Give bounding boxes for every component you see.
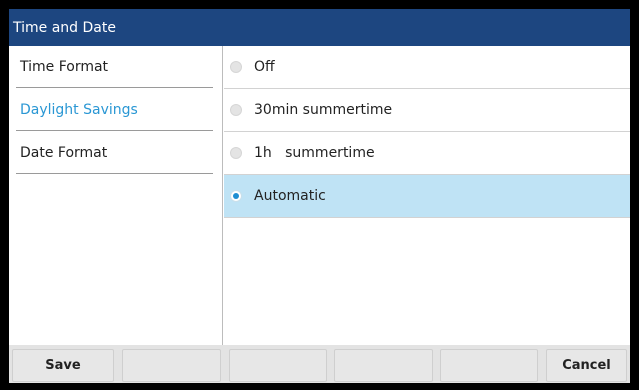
option-label: Automatic [254,188,326,204]
screen-frame-top [0,0,639,9]
phone-screen: Time and Date Time Format Daylight Savin… [0,0,639,390]
softkey-label: Save [45,358,81,373]
softkey-label: Cancel [562,358,611,373]
softkey-5-button[interactable] [440,349,538,382]
sidebar-item-label: Daylight Savings [20,101,138,118]
sidebar-item-label: Time Format [20,58,109,75]
option-label: 1h summertime [254,145,375,161]
softkey-3-button[interactable] [229,349,327,382]
screen-frame-right [630,0,639,390]
daylight-savings-options: Off 30min summertime 1h summertime Autom… [224,46,630,345]
page-title: Time and Date [13,19,116,36]
radio-button-icon[interactable] [230,147,242,159]
option-off[interactable]: Off [224,46,630,89]
option-label: 30min summertime [254,102,393,118]
softkey-bar: Save Cancel [9,345,630,383]
softkey-2-button[interactable] [122,349,221,382]
sidebar-item-date-format[interactable]: Date Format [16,132,213,174]
save-button[interactable]: Save [12,349,114,382]
option-label: Off [254,59,275,75]
option-automatic[interactable]: Automatic [224,175,630,218]
screen-frame-bottom [0,383,639,390]
settings-sidebar: Time Format Daylight Savings Date Format [9,46,223,345]
sidebar-item-label: Date Format [20,144,108,161]
softkey-4-button[interactable] [334,349,433,382]
option-30min-summertime[interactable]: 30min summertime [224,89,630,132]
radio-button-icon[interactable] [230,104,242,116]
option-1h-summertime[interactable]: 1h summertime [224,132,630,175]
radio-button-checked-icon[interactable] [230,190,242,202]
screen-frame-left [0,0,9,390]
sidebar-item-time-format[interactable]: Time Format [16,46,213,88]
settings-content: Time Format Daylight Savings Date Format… [9,46,630,345]
sidebar-item-daylight-savings[interactable]: Daylight Savings [16,89,213,131]
radio-button-icon[interactable] [230,61,242,73]
title-bar: Time and Date [9,9,630,46]
cancel-button[interactable]: Cancel [546,349,627,382]
